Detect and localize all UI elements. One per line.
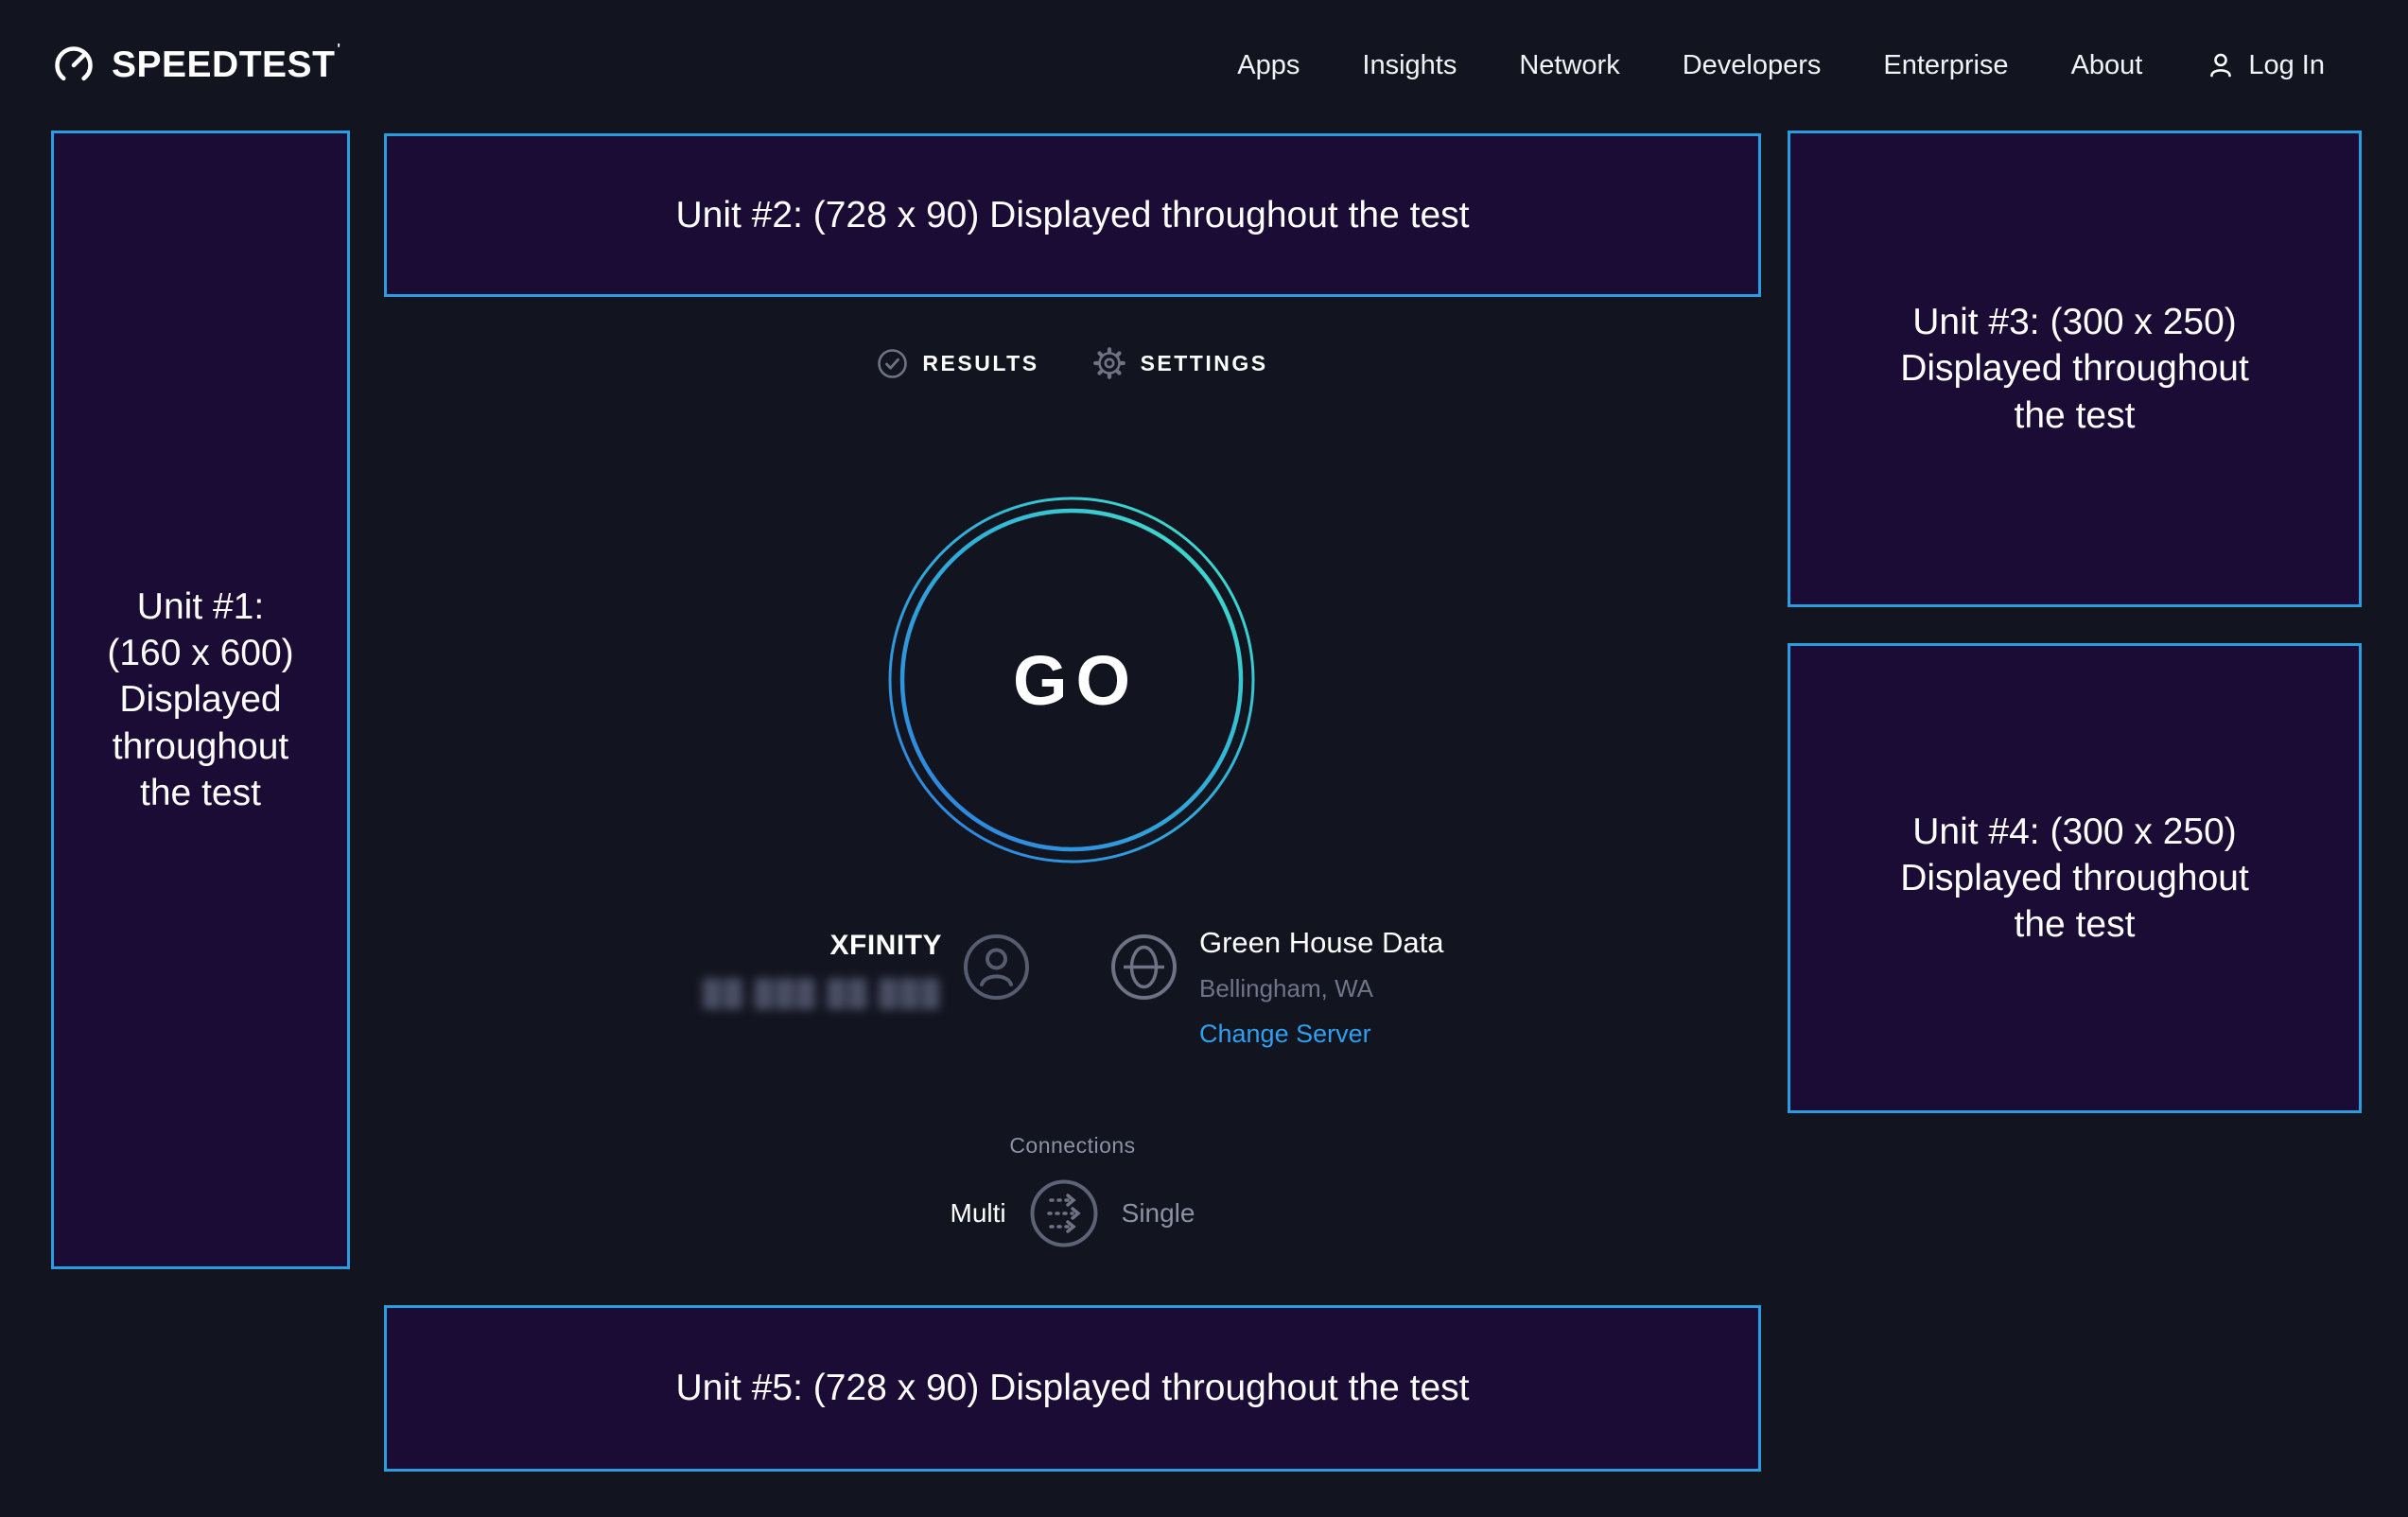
isp-name: XFINITY [384,930,942,962]
change-server-link[interactable]: Change Server [1199,1020,1371,1049]
speedometer-icon [51,43,96,88]
ad-text: Unit #5: (728 x 90) Displayed throughout… [676,1365,1470,1411]
ad-text-line: Displayed [119,676,281,723]
ad-text: Unit #2: (728 x 90) Displayed throughout… [676,192,1470,238]
results-settings-tabs: RESULTS SETTINGS [384,346,1761,380]
tab-results[interactable]: RESULTS [877,348,1038,379]
login-label: Log In [2248,50,2325,81]
nav-item-apps[interactable]: Apps [1237,50,1300,81]
check-circle-icon [877,348,908,379]
speedtest-logo[interactable]: SPEEDTEST' [51,43,340,88]
main-nav: Apps Insights Network Developers Enterpr… [1237,49,2325,81]
globe-icon [1110,933,1178,1001]
ad-text-line: Displayed throughout [1900,345,2249,392]
trademark-mark: ' [337,41,340,57]
nav-item-developers[interactable]: Developers [1683,50,1822,81]
tab-settings[interactable]: SETTINGS [1092,346,1268,380]
brand-name: SPEEDTEST' [112,44,340,86]
ad-text-line: Unit #4: (300 x 250) [1912,809,2237,855]
single-option[interactable]: Single [1122,1198,1195,1229]
ad-text-line: (160 x 600) [107,630,293,676]
ad-text-line: Unit #3: (300 x 250) [1912,299,2237,345]
ad-text-line: the test [2015,901,2136,948]
ad-unit-5[interactable]: Unit #5: (728 x 90) Displayed throughout… [384,1305,1761,1472]
host-info-row: XFINITY ██.███.██.███ Green House Data B… [384,922,1761,1097]
connections-label: Connections [384,1133,1761,1159]
top-nav-bar: SPEEDTEST' Apps Insights Network Develop… [0,0,2408,131]
results-label: RESULTS [922,351,1038,376]
server-block: Green House Data Bellingham, WA Change S… [1199,926,1443,1049]
ad-text-line: throughout [113,724,289,770]
connections-toggle: Multi Single [384,1178,1761,1248]
person-circle-icon [963,933,1030,1001]
ip-address-redacted: ██.███.██.███ [384,979,942,1008]
isp-block: XFINITY ██.███.██.███ [384,930,942,1008]
ad-unit-4[interactable]: Unit #4: (300 x 250) Displayed throughou… [1788,643,2362,1113]
ad-unit-2[interactable]: Unit #2: (728 x 90) Displayed throughout… [384,133,1761,297]
ad-unit-1[interactable]: Unit #1: (160 x 600) Displayed throughou… [51,131,350,1269]
nav-item-network[interactable]: Network [1519,50,1619,81]
person-icon [2205,49,2237,81]
nav-item-insights[interactable]: Insights [1362,50,1457,81]
server-name: Green House Data [1199,926,1443,960]
ad-text-line: the test [140,770,261,816]
ad-text-line: Unit #1: [137,584,264,630]
ad-text-line: the test [2015,392,2136,439]
ad-unit-3[interactable]: Unit #3: (300 x 250) Displayed throughou… [1788,131,2362,607]
nav-item-enterprise[interactable]: Enterprise [1883,50,2008,81]
login-button[interactable]: Log In [2205,49,2325,81]
gear-icon [1092,346,1126,380]
multi-arrows-icon[interactable] [1029,1178,1099,1248]
go-button[interactable]: GO [882,491,1261,869]
go-button-area: GO [882,491,1261,869]
nav-item-about[interactable]: About [2071,50,2143,81]
server-location: Bellingham, WA [1199,974,1443,1003]
ad-text-line: Displayed throughout [1900,855,2249,901]
multi-option[interactable]: Multi [951,1198,1006,1229]
settings-label: SETTINGS [1141,351,1268,376]
